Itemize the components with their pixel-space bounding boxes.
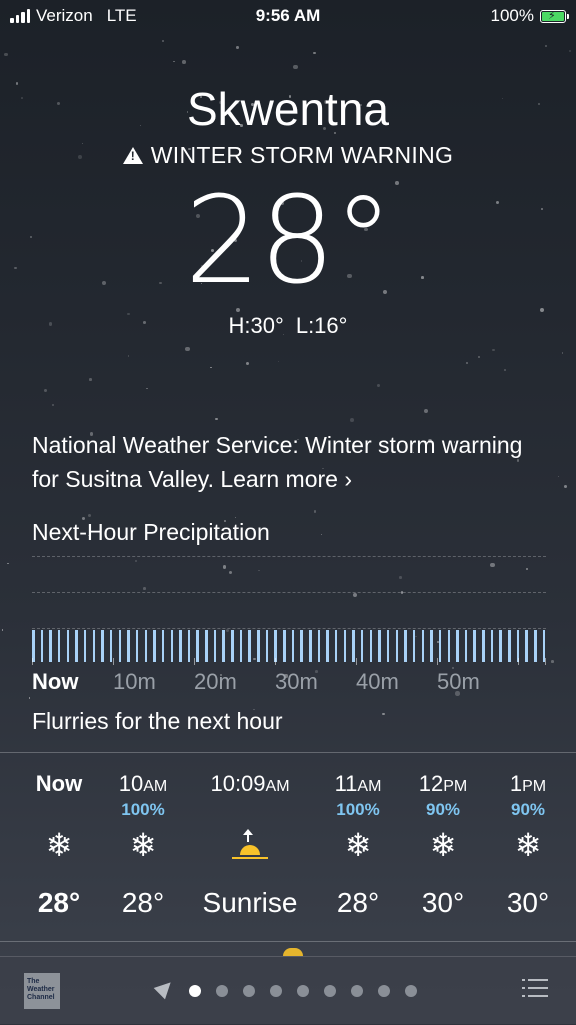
hour-item: 10AM 100% ❄ 28° [102,753,184,941]
current-temperature: 28° [184,172,394,311]
page-dot[interactable] [378,985,390,997]
precip-chance: 90% [510,800,546,819]
precip-chance: 90% [425,800,461,819]
status-right: 100% ⚡ [490,6,569,26]
list-icon[interactable] [522,979,548,997]
hour-time: 10:09AM [210,771,290,796]
low-temp: L:16° [295,313,348,338]
page-dot[interactable] [324,985,336,997]
precip-chance: 100% [336,800,380,819]
page-indicator[interactable] [189,985,417,997]
time-label: 30m [275,669,318,694]
page-dot[interactable] [270,985,282,997]
weather-alert-banner[interactable]: WINTER STORM WARNING [0,142,576,169]
time-label: 10m [113,669,156,694]
high-low: H:30° L:16° [0,313,576,339]
hour-time: Now [35,771,83,796]
snowflake-icon: ❄ [514,827,542,863]
time-label: Now [32,669,79,694]
grid-line [32,628,546,629]
sunrise-icon [190,825,310,870]
weather-channel-logo[interactable]: The Weather Channel [24,973,60,1009]
hour-temp: Sunrise [202,887,298,918]
time-label: 20m [194,669,237,694]
alert-learn-more-link[interactable]: National Weather Service: Winter storm w… [32,428,552,496]
hour-item: 11AM 100% ❄ 28° [317,753,399,941]
time-label: 40m [356,669,399,694]
hour-temp: 28° [121,887,165,918]
page-dot[interactable] [297,985,309,997]
page-dot[interactable] [189,985,201,997]
city-name: Skwentna [186,83,389,135]
snowflake-icon: ❄ [129,827,157,863]
hour-temp: 30° [421,887,465,918]
high-temp: H:30° [228,313,284,338]
snowflake-icon: ❄ [429,827,457,863]
hour-time: 11AM [334,771,382,796]
alert-title: WINTER STORM WARNING [150,142,454,168]
hour-time: 12PM [418,771,468,796]
battery-percent: 100% [490,6,534,25]
page-dot[interactable] [405,985,417,997]
page-dot[interactable] [216,985,228,997]
hour-temp: 28° [336,887,380,918]
page-dot[interactable] [351,985,363,997]
grid-line [32,556,546,557]
page-dot[interactable] [243,985,255,997]
hour-temp: 30° [506,887,550,918]
hour-item: 1PM 90% ❄ 30° [487,753,569,941]
precipitation-title: Next-Hour Precipitation [32,519,270,545]
hourly-forecast[interactable]: Now ❄ 28° 10AM 100% ❄ 28° 10:09AM Sunris… [0,752,576,942]
time-label: 50m [437,669,480,694]
hour-time: 10AM [118,771,168,796]
precip-chance: 100% [121,800,165,819]
hour-item: 12PM 90% ❄ 30° [402,753,484,941]
bottom-toolbar: The Weather Channel [0,956,576,1025]
battery-icon: ⚡ [540,9,569,23]
hour-temp: 28° [37,887,81,918]
precipitation-summary: Flurries for the next hour [32,708,283,734]
time-ticks [32,658,546,666]
hour-item-sunrise: 10:09AM Sunrise [190,753,310,941]
hour-time: 1PM [509,771,547,796]
warning-icon [122,147,143,164]
grid-line [32,592,546,593]
status-bar: Verizon LTE 9:56 AM 100% ⚡ [0,0,576,34]
hour-item: Now ❄ 28° [18,753,100,941]
location-arrow-icon[interactable] [153,976,177,1000]
partial-sun-icon [283,948,303,956]
snowflake-icon: ❄ [344,827,372,863]
snowflake-icon: ❄ [45,827,73,863]
